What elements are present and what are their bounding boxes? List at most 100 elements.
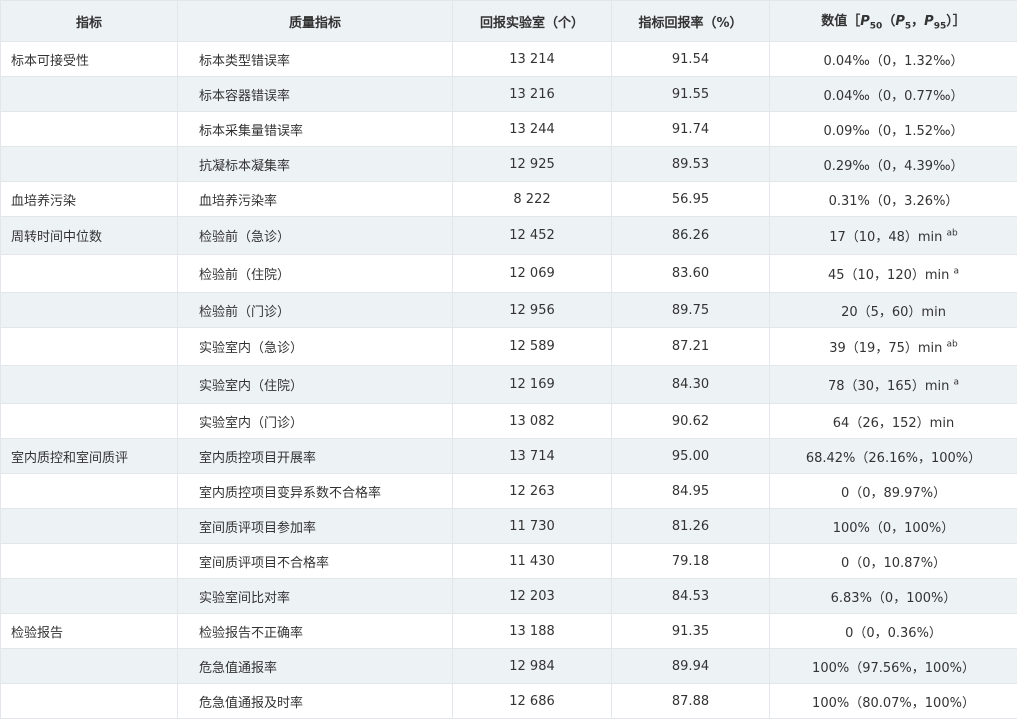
table-row: 标本采集量错误率 13 244 91.74 0.09‰（0，1.52‰） bbox=[0, 111, 1017, 147]
labs-cell: 12 956 bbox=[452, 292, 612, 328]
rate-cell: 95.00 bbox=[611, 438, 770, 474]
value-cell: 0.29‰（0，4.39‰） bbox=[769, 146, 1017, 182]
table-row: 实验室内（急诊） 12 589 87.21 39（19，75）min ab bbox=[0, 327, 1017, 366]
labs-cell: 12 452 bbox=[452, 216, 612, 255]
rate-cell: 84.53 bbox=[611, 578, 770, 614]
table-row: 室间质评项目不合格率 11 430 79.18 0（0，10.87%） bbox=[0, 543, 1017, 579]
value-cell: 6.83%（0，100%） bbox=[769, 578, 1017, 614]
rate-cell: 84.95 bbox=[611, 473, 770, 509]
rate-cell: 90.62 bbox=[611, 403, 770, 439]
table-body: 标本可接受性 标本类型错误率 13 214 91.54 0.04‰（0，1.32‰） 标本… bbox=[0, 41, 1017, 719]
value-text: 39（19，75）min bbox=[829, 341, 947, 356]
labs-cell: 12 169 bbox=[452, 365, 612, 404]
rate-cell: 79.18 bbox=[611, 543, 770, 579]
table-row: 危急值通报及时率 12 686 87.88 100%（80.07%，100%） bbox=[0, 683, 1017, 719]
table-row: 检验前（住院） 12 069 83.60 45（10，120）min a bbox=[0, 254, 1017, 293]
value-cell: 68.42%（26.16%，100%） bbox=[769, 438, 1017, 474]
indicator-cell: 抗凝标本凝集率 bbox=[177, 146, 453, 182]
rate-cell: 91.74 bbox=[611, 111, 770, 147]
indicator-cell: 室内质控项目开展率 bbox=[177, 438, 453, 474]
value-cell: 0.09‰（0，1.52‰） bbox=[769, 111, 1017, 147]
value-cell: 100%（97.56%，100%） bbox=[769, 648, 1017, 684]
rate-cell: 91.35 bbox=[611, 613, 770, 649]
labs-cell: 12 069 bbox=[452, 254, 612, 293]
indicator-cell: 危急值通报率 bbox=[177, 648, 453, 684]
value-cell: 0（0，10.87%） bbox=[769, 543, 1017, 579]
rate-cell: 83.60 bbox=[611, 254, 770, 293]
header-rate: 指标回报率（%） bbox=[611, 0, 770, 42]
table-row: 检验前（门诊） 12 956 89.75 20（5，60）min bbox=[0, 292, 1017, 328]
labs-cell: 13 216 bbox=[452, 76, 612, 112]
rate-cell: 86.26 bbox=[611, 216, 770, 255]
category-cell bbox=[0, 648, 178, 684]
category-cell: 血培养污染 bbox=[0, 181, 178, 217]
labs-cell: 13 214 bbox=[452, 41, 612, 77]
rate-cell: 89.53 bbox=[611, 146, 770, 182]
header-labs: 回报实验室（个） bbox=[452, 0, 612, 42]
value-text: 100%（80.07%，100%） bbox=[812, 695, 975, 711]
indicator-cell: 实验室内（门诊） bbox=[177, 403, 453, 439]
rate-cell: 84.30 bbox=[611, 365, 770, 404]
category-cell bbox=[0, 508, 178, 544]
value-cell: 0.04‰（0，1.32‰） bbox=[769, 41, 1017, 77]
value-text: 0（0，89.97%） bbox=[840, 485, 947, 501]
rate-cell: 89.94 bbox=[611, 648, 770, 684]
value-cell: 20（5，60）min bbox=[769, 292, 1017, 328]
table-row: 室内质控和室间质评 室内质控项目开展率 13 714 95.00 68.42%（26.1… bbox=[0, 438, 1017, 474]
category-cell bbox=[0, 365, 178, 404]
category-cell bbox=[0, 292, 178, 328]
table-row: 实验室内（住院） 12 169 84.30 78（30，165）min a bbox=[0, 365, 1017, 404]
value-text: 100%（97.56%，100%） bbox=[812, 660, 975, 676]
category-cell bbox=[0, 473, 178, 509]
table-row: 室内质控项目变异系数不合格率 12 263 84.95 0（0，89.97%） bbox=[0, 473, 1017, 509]
category-cell: 检验报告 bbox=[0, 613, 178, 649]
labs-cell: 12 686 bbox=[452, 683, 612, 719]
category-cell bbox=[0, 683, 178, 719]
rate-cell: 89.75 bbox=[611, 292, 770, 328]
indicator-cell: 实验室间比对率 bbox=[177, 578, 453, 614]
category-cell bbox=[0, 543, 178, 579]
labs-cell: 13 714 bbox=[452, 438, 612, 474]
rate-cell: 87.88 bbox=[611, 683, 770, 719]
category-cell bbox=[0, 146, 178, 182]
category-cell bbox=[0, 111, 178, 147]
value-text: 0.04‰（0，0.77‰） bbox=[823, 88, 964, 104]
value-cell: 100%（0，100%） bbox=[769, 508, 1017, 544]
rate-cell: 87.21 bbox=[611, 327, 770, 366]
value-text: 0（0，0.36%） bbox=[845, 625, 942, 641]
labs-cell: 11 730 bbox=[452, 508, 612, 544]
labs-cell: 12 925 bbox=[452, 146, 612, 182]
value-cell: 78（30，165）min a bbox=[769, 365, 1017, 404]
category-cell: 标本可接受性 bbox=[0, 41, 178, 77]
indicator-cell: 检验前（住院） bbox=[177, 254, 453, 293]
labs-cell: 13 082 bbox=[452, 403, 612, 439]
value-text: 78（30，165）min bbox=[827, 379, 954, 394]
table-header-row: 指标 质量指标 回报实验室（个） 指标回报率（%） 数值［P50（P5，P95）… bbox=[0, 0, 1017, 42]
category-cell bbox=[0, 254, 178, 293]
category-cell: 室内质控和室间质评 bbox=[0, 438, 178, 474]
indicator-cell: 室间质评项目参加率 bbox=[177, 508, 453, 544]
indicator-cell: 检验前（门诊） bbox=[177, 292, 453, 328]
labs-cell: 11 430 bbox=[452, 543, 612, 579]
value-superscript: ab bbox=[946, 339, 958, 350]
header-category: 指标 bbox=[0, 0, 178, 42]
table-row: 血培养污染 血培养污染率 8 222 56.95 0.31%（0，3.26%） bbox=[0, 181, 1017, 217]
labs-cell: 12 263 bbox=[452, 473, 612, 509]
table-row: 危急值通报率 12 984 89.94 100%（97.56%，100%） bbox=[0, 648, 1017, 684]
labs-cell: 13 188 bbox=[452, 613, 612, 649]
category-cell bbox=[0, 403, 178, 439]
value-text: 0.09‰（0，1.52‰） bbox=[823, 123, 964, 139]
labs-cell: 8 222 bbox=[452, 181, 612, 217]
indicator-cell: 血培养污染率 bbox=[177, 181, 453, 217]
value-cell: 0（0，0.36%） bbox=[769, 613, 1017, 649]
value-cell: 45（10，120）min a bbox=[769, 254, 1017, 293]
category-cell: 周转时间中位数 bbox=[0, 216, 178, 255]
table-row: 标本容器错误率 13 216 91.55 0.04‰（0，0.77‰） bbox=[0, 76, 1017, 112]
value-cell: 100%（80.07%，100%） bbox=[769, 683, 1017, 719]
indicator-cell: 标本类型错误率 bbox=[177, 41, 453, 77]
value-cell: 0（0，89.97%） bbox=[769, 473, 1017, 509]
table-row: 实验室间比对率 12 203 84.53 6.83%（0，100%） bbox=[0, 578, 1017, 614]
labs-cell: 13 244 bbox=[452, 111, 612, 147]
table-row: 检验报告 检验报告不正确率 13 188 91.35 0（0，0.36%） bbox=[0, 613, 1017, 649]
table-row: 实验室内（门诊） 13 082 90.62 64（26，152）min bbox=[0, 403, 1017, 439]
